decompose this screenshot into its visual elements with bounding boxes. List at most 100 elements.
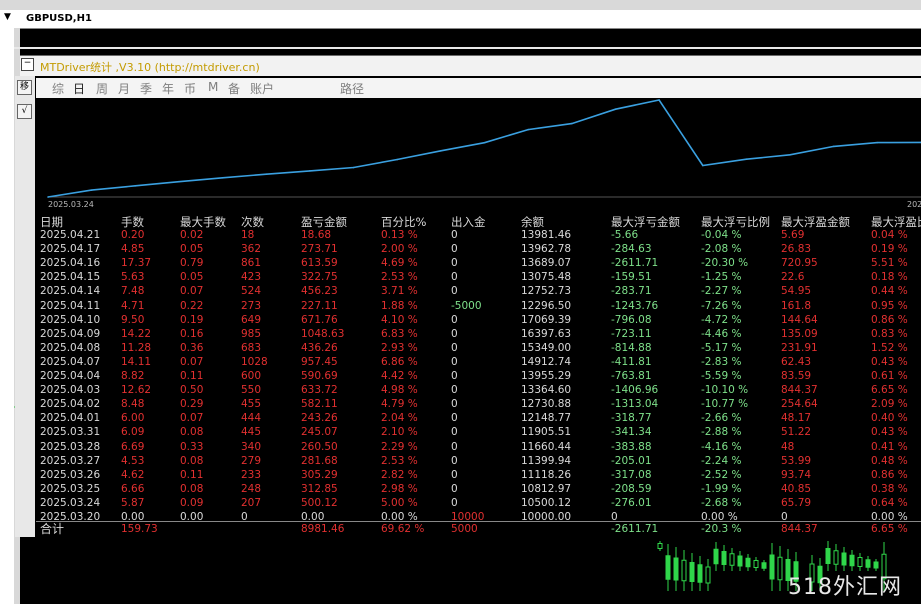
table-cell: 0.44 % <box>871 285 908 298</box>
table-cell: 2.09 % <box>871 398 908 411</box>
check-icon[interactable]: √ <box>17 104 32 119</box>
tab-week[interactable]: 周 <box>96 80 108 97</box>
table-cell: 2025.04.10 <box>40 313 101 326</box>
table-cell: 0.43 % <box>871 355 908 368</box>
candle-body <box>713 548 719 565</box>
candle-body <box>833 550 839 565</box>
table-cell: -1.25 % <box>701 271 742 284</box>
tab-summary[interactable]: 综 <box>52 80 64 97</box>
table-cell: 83.59 <box>781 370 812 382</box>
candle-body <box>865 559 871 568</box>
table-row: 2025.04.17 4.85 0.05 362 273.71 2.00 % 0 13962.… <box>36 243 921 256</box>
table-cell: 0 <box>451 285 458 298</box>
equity-point <box>832 145 835 148</box>
table-cell: 0.07 <box>180 285 204 298</box>
table-cell: 65.79 <box>781 496 812 509</box>
table-cell: 436.26 <box>301 341 338 354</box>
candle-body <box>689 562 695 582</box>
table-cell: -318.77 <box>611 412 652 425</box>
table-cell: 0.02 <box>180 229 204 241</box>
equity-point <box>352 166 355 169</box>
table-cell: 2025.04.03 <box>40 384 101 397</box>
tab-day[interactable]: 日 <box>73 80 85 97</box>
table-cell: 0 <box>451 482 458 495</box>
table-cell: 0 <box>451 355 458 368</box>
tab-account[interactable]: 账户 <box>250 80 274 97</box>
chart-window-titlebar[interactable]: ▼ GBPUSD,H1 <box>0 10 921 29</box>
table-cell: 2.29 % <box>381 440 418 453</box>
table-cell: 243.26 <box>301 412 338 425</box>
table-cell: 2025.03.24 <box>40 496 101 509</box>
total-cell: 6.65 % <box>871 523 908 535</box>
col-header-balance: 余额 <box>521 215 544 229</box>
candle-body <box>657 543 663 549</box>
candle-body <box>873 561 879 569</box>
table-cell: -383.88 <box>611 440 652 453</box>
candle-body <box>745 557 751 568</box>
table-cell: 0 <box>451 468 458 481</box>
candle-body <box>825 548 831 564</box>
table-cell: 13075.48 <box>521 271 572 284</box>
equity-point <box>309 170 311 172</box>
table-cell: -5.66 <box>611 229 639 241</box>
table-cell: 2025.03.31 <box>40 426 101 439</box>
col-header-count: 次数 <box>241 215 264 229</box>
table-cell: -10.77 % <box>701 398 749 411</box>
minimize-button[interactable]: − <box>21 58 34 71</box>
table-cell: -5.17 % <box>701 341 742 354</box>
table-cell: 633.72 <box>301 384 338 397</box>
table-row: 2025.03.24 5.87 0.09 207 500.12 5.00 % 0 10500.… <box>36 497 921 510</box>
move-icon[interactable]: 移 <box>17 80 32 95</box>
panel-title: MTDriver统计 ,V3.10 (http://mtdriver.cn) <box>40 61 260 74</box>
table-cell: 2025.03.26 <box>40 468 101 481</box>
table-cell: 4.85 <box>121 243 145 256</box>
total-cell: 8981.46 <box>301 523 345 535</box>
table-cell: 0.16 <box>180 327 204 340</box>
table-cell: 4.79 % <box>381 398 418 411</box>
dropdown-arrow-icon[interactable]: ▼ <box>4 12 11 22</box>
table-cell: 0.79 <box>180 257 204 270</box>
table-cell: 2025.04.15 <box>40 271 101 284</box>
table-cell: 312.85 <box>301 482 338 495</box>
table-cell: 0.08 <box>180 426 204 439</box>
table-row: 2025.04.04 8.82 0.11 600 590.69 4.42 % 0 13955.… <box>36 370 921 383</box>
tab-path[interactable]: 路径 <box>340 80 364 97</box>
price-candles-area <box>20 537 921 604</box>
candle-body <box>697 564 703 583</box>
table-cell: -411.81 <box>611 355 652 368</box>
table-cell: 207 <box>241 496 262 509</box>
tab-magic[interactable]: M <box>208 80 218 94</box>
table-cell: -1406.96 <box>611 384 659 397</box>
table-cell: 524 <box>241 285 262 298</box>
table-cell: 550 <box>241 384 262 397</box>
table-row: 2025.04.09 14.22 0.16 985 1048.63 6.83 % 0 1639… <box>36 328 921 341</box>
window-top-border <box>0 0 921 10</box>
equity-point <box>658 99 660 101</box>
tab-year[interactable]: 年 <box>162 80 174 97</box>
table-cell: 683 <box>241 341 262 354</box>
total-cell: -20.3 % <box>701 523 742 535</box>
table-cell: 2025.04.01 <box>40 412 101 425</box>
table-cell: 6.09 <box>121 426 145 439</box>
table-cell: 4.53 <box>121 454 145 467</box>
tab-currency[interactable]: 币 <box>184 80 196 97</box>
table-cell: 0 <box>451 229 458 241</box>
table-cell: 14912.74 <box>521 355 572 368</box>
table-cell: 14.22 <box>121 327 152 340</box>
table-cell: 0 <box>451 243 458 256</box>
table-cell: 0 <box>451 341 458 354</box>
tab-month[interactable]: 月 <box>118 80 130 97</box>
table-cell: 0.95 % <box>871 299 908 312</box>
table-cell: 12.62 <box>121 384 152 397</box>
equity-point <box>745 158 748 161</box>
tab-quarter[interactable]: 季 <box>140 80 152 97</box>
separator-line <box>14 47 921 49</box>
equity-point <box>789 154 791 156</box>
candle-body <box>769 554 775 580</box>
table-cell: -2.66 % <box>701 412 742 425</box>
table-row: 2025.04.07 14.11 0.07 1028 957.45 6.86 % 0 1491… <box>36 356 921 369</box>
table-cell: 5.69 <box>781 229 805 241</box>
tab-note[interactable]: 备 <box>228 80 240 97</box>
table-cell: 0.41 % <box>871 440 908 453</box>
table-cell: -1243.76 <box>611 299 659 312</box>
